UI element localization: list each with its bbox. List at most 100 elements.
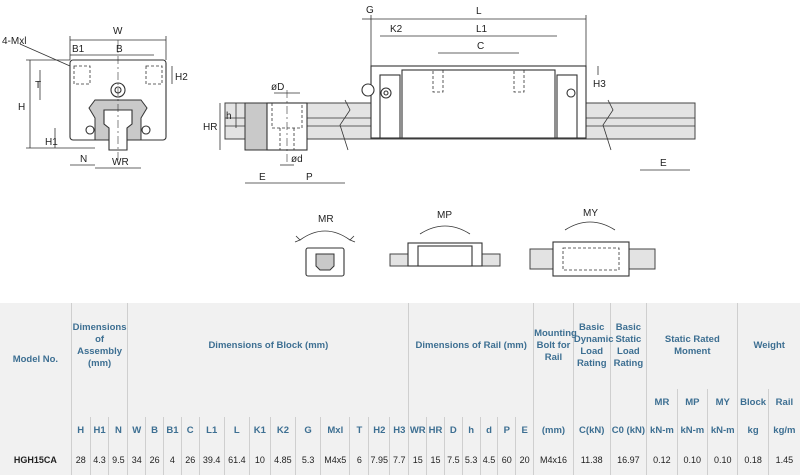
table-cell: 26 [145,445,164,475]
table-cell: 6 [349,445,369,475]
column-header: C(kN) [572,417,611,445]
table-cell: 60 [497,445,516,475]
column-header: G [294,417,321,445]
label-H2: H2 [175,72,188,83]
label-H3: H3 [593,79,606,90]
group-weight: Weight [737,303,800,389]
column-header: C [180,417,200,445]
column-header: WR [408,417,427,445]
label-K2: K2 [390,24,403,35]
label-T: T [35,80,41,91]
group-dyn: Basic Dynamic Load Rating [572,303,614,389]
table-row: HGH15CA 28 4.3 9.5 34 26 4 26 39.4 61.4 … [0,445,800,475]
side-view: G K2 L L1 C H3 øD HR h ød E P E [203,5,696,184]
model-cell: HGH15CA [13,455,57,465]
table-cell: 10 [248,445,271,475]
table-cell: 20 [515,445,534,475]
label-MR: MR [318,214,334,225]
column-header: HR [426,417,445,445]
label-D: øD [271,82,284,93]
table-cell: M4x16 [533,445,574,475]
column-header: H2 [368,417,390,445]
label-HR: HR [203,122,217,133]
column-header: P [497,417,516,445]
label-Mxl: 4-Mxl [2,36,26,47]
technical-drawing: W B1 B 4-Mxl T H2 H H1 N WR G K2 L L1 C … [2,5,696,277]
label-B: B [116,44,123,55]
table-cell: 4.85 [269,445,296,475]
column-header: Mxl [320,417,350,445]
label-H: H [18,102,25,113]
column-header: kN-m [707,417,738,445]
table-cell: 5.3 [461,445,481,475]
table-cell: 15 [426,445,445,475]
moment-MR: MR [294,214,356,277]
sub-MR: MR [646,389,678,417]
table-cell: 61.4 [223,445,250,475]
column-header: kg/m [767,417,800,445]
table-cell: 34 [127,445,146,475]
column-header: B1 [163,417,182,445]
column-header: H [70,417,91,445]
table-cell: 0.18 [737,445,769,475]
table-cell: 4 [163,445,182,475]
table-group-row: Model No. Dimensions of Assembly (mm) Di… [0,303,800,389]
table-cell: 11.38 [572,445,611,475]
table-cell: 26 [180,445,200,475]
table-cell: 9.5 [108,445,128,475]
column-header: kg [737,417,769,445]
column-header: D [443,417,463,445]
column-header: H3 [389,417,409,445]
column-header: H1 [89,417,109,445]
label-W: W [113,26,123,37]
end-view: W B1 B 4-Mxl T H2 H H1 N WR [2,26,188,169]
column-header: K2 [269,417,296,445]
table-cell: 16.97 [609,445,647,475]
table-subgroup-row: MR MP MY Block Rail [0,389,800,417]
group-assembly: Dimensions of Assembly (mm) [70,303,128,389]
column-header: T [349,417,369,445]
label-E: E [259,172,266,183]
label-B1: B1 [72,44,85,55]
table-cell: 15 [408,445,427,475]
sub-rail: Rail [767,389,800,417]
column-header: W [127,417,146,445]
group-bolt: Mounting Bolt for Rail [533,303,577,389]
table-cell: 0.12 [646,445,678,475]
group-moment: Static Rated Moment [646,303,738,389]
table-cell: 28 [70,445,91,475]
sub-block: Block [737,389,769,417]
label-WR: WR [112,157,129,168]
table-cell: 0.10 [707,445,738,475]
table-cell: 4.5 [479,445,498,475]
column-header: h [461,417,481,445]
label-P: P [306,172,313,183]
label-N: N [80,154,87,165]
label-L: L [476,6,482,17]
table-cell: 4.3 [89,445,109,475]
column-header: kN-m [646,417,678,445]
column-header: N [108,417,128,445]
column-header: K1 [248,417,271,445]
table-cell: M4x5 [320,445,350,475]
group-block: Dimensions of Block (mm) [127,303,409,389]
column-header: (mm) [533,417,574,445]
moment-MP: MP [389,210,501,267]
column-header: E [515,417,534,445]
label-E-right: E [660,158,667,169]
column-header: C0 (kN) [609,417,647,445]
spec-table: Model No. Dimensions of Assembly (mm) Di… [0,303,800,475]
moment-MY: MY [529,208,656,277]
column-header: L [223,417,250,445]
table-cell: 39.4 [198,445,225,475]
label-G: G [366,5,374,16]
group-stat: Basic Static Load Rating [609,303,647,389]
table-cell: 7.5 [443,445,463,475]
table-cell: 7.7 [389,445,409,475]
table-header-row: H H1 N W B B1 C L1 L K1 K2 G Mxl T H2 H3… [0,417,800,445]
column-header: d [479,417,498,445]
table-cell: 1.45 [767,445,800,475]
label-d: ød [291,154,303,165]
label-L1: L1 [476,24,488,35]
table-cell: 5.3 [294,445,321,475]
